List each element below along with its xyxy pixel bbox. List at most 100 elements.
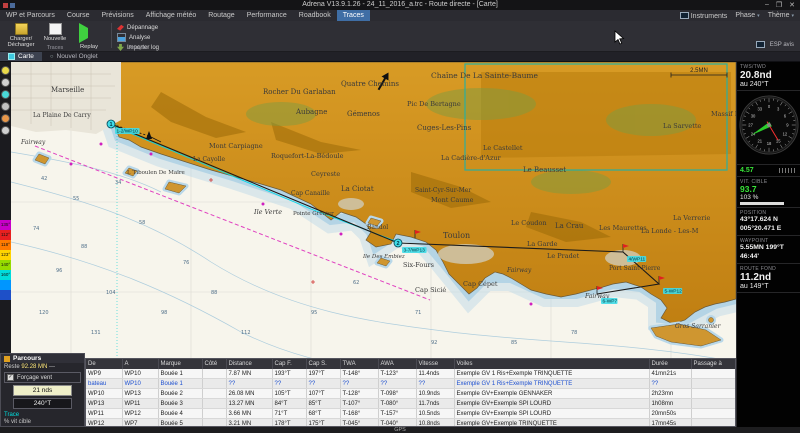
parcours-header[interactable]: Parcours (1, 354, 84, 363)
vit-cible-percent: 103 % (740, 194, 797, 201)
phase-button[interactable]: Phase (735, 12, 759, 19)
table-cell: 71°T (272, 409, 306, 419)
instruments-button[interactable]: Instruments (680, 12, 728, 20)
left-toolbar-icon-2[interactable] (1, 78, 10, 87)
chart-place-label: La Plaine De Carry (33, 112, 91, 119)
legend-swatch[interactable]: 118° (0, 240, 11, 250)
chart-place-label: Chaîne De La Sainte-Baume (431, 71, 539, 80)
legend-swatch[interactable]: 112° (0, 230, 11, 240)
column-header[interactable]: Côté (202, 359, 226, 369)
position-panel[interactable]: POSITION 43°17.624 N 005°20.471 E (737, 208, 800, 236)
table-cell: WP12 (86, 419, 122, 428)
left-toolbar-icon-4[interactable] (1, 102, 10, 111)
table-row[interactable]: WP11WP12Bouée 43.66 MN71°T68°TT-168°T-15… (86, 409, 736, 419)
chart-place-label: La Sarvette (663, 122, 701, 130)
minimize-button[interactable]: – (765, 1, 769, 9)
route-table-panel[interactable]: DeAMarqueCôtéDistanceCap F.Cap S.TWAAWAV… (85, 358, 736, 427)
esp-avis-button[interactable]: ESP avis (756, 41, 794, 48)
depannage-button[interactable]: Dépannage (117, 24, 159, 31)
ribbon-tab-routage[interactable]: Routage (202, 10, 240, 21)
status-bar: GPS (0, 427, 800, 433)
left-toolbar-icon-1[interactable] (1, 66, 10, 75)
column-header[interactable]: Cap F. (272, 359, 306, 369)
table-header-row[interactable]: DeAMarqueCôtéDistanceCap F.Cap S.TWAAWAV… (86, 359, 736, 369)
table-cell: Exemple GV+Exemple SPI LOURD (454, 409, 649, 419)
column-header[interactable]: De (86, 359, 122, 369)
legend-swatch[interactable] (0, 290, 11, 300)
legend-swatch[interactable]: 160° (0, 270, 11, 280)
nouvelle-button[interactable]: Nouvelle (38, 22, 72, 42)
table-cell: Bouée 4 (158, 409, 202, 419)
depth-sounding: 92 (431, 340, 437, 346)
table-cell: T-107° (340, 399, 378, 409)
compass-panel[interactable]: 03691215182124273033 (737, 91, 800, 165)
table-cell: 105°T (272, 389, 306, 399)
waypoint-number: 2 (396, 241, 399, 247)
legend-swatch[interactable]: 123° (0, 250, 11, 260)
column-header[interactable]: Durée (649, 359, 691, 369)
table-cell: 175°T (306, 419, 340, 428)
ribbon-tab-wp-et-parcours[interactable]: WP et Parcours (0, 10, 61, 21)
wind-speed-input[interactable]: 21 nds (13, 385, 72, 396)
table-cell: Exemple GV+Exemple SPI LOURD (454, 399, 649, 409)
column-header[interactable]: Marque (158, 359, 202, 369)
table-row[interactable]: WP9WP10Bouée 17.87 MN193°T197°TT-148°T-1… (86, 369, 736, 379)
legend-swatch[interactable]: 140° (0, 260, 11, 270)
chart-place-label: Le Castellet (483, 144, 523, 152)
parcours-panel: Parcours Reste 92.28 MN --- ✓ Forçage ve… (0, 353, 85, 427)
column-header[interactable]: Cap S. (306, 359, 340, 369)
tab-nouvel-onglet[interactable]: Nouvel Onglet (42, 52, 106, 61)
tws-twd-panel[interactable]: TWS/TWD 20.8nd au 240°T (737, 62, 800, 91)
close-button[interactable]: ✕ (789, 1, 795, 9)
ribbon-tab-course[interactable]: Course (61, 10, 96, 21)
theme-button[interactable]: Thème (768, 12, 794, 19)
table-cell: 17mn45s (649, 419, 691, 428)
maximize-button[interactable]: ❐ (776, 1, 782, 9)
ribbon-tab-affichage-meteo[interactable]: Affichage météo (140, 10, 202, 21)
tab-carte[interactable]: Carte (0, 52, 42, 61)
compass-tick-label: 27 (748, 122, 753, 127)
left-toolbar-icon-5[interactable] (1, 114, 10, 123)
ribbon-tab-traces[interactable]: Traces (337, 10, 370, 21)
chart-place-label: Rocher Du Garlaban (263, 88, 336, 96)
table-row[interactable]: WP10WP13Bouée 226.08 MN105°T107°TT-128°T… (86, 389, 736, 399)
chart-place-label: Fairway (506, 267, 532, 274)
column-header[interactable]: AWA (378, 359, 416, 369)
table-row[interactable]: bateauWP10Bouée 1????????????Exemple GV … (86, 379, 736, 389)
column-header[interactable]: Distance (226, 359, 272, 369)
log-panel[interactable]: 4.57 (737, 165, 800, 177)
column-header[interactable]: Passage à (691, 359, 736, 369)
column-header[interactable]: A (122, 359, 158, 369)
table-row[interactable]: WP12WP7Bouée 53.21 MN178°T175°TT-045°T-0… (86, 419, 736, 428)
table-row[interactable]: WP13WP11Bouée 313.27 MN84°T85°TT-107°T-0… (86, 399, 736, 409)
wind-dir-input[interactable]: 240°T (13, 398, 72, 409)
ribbon-tab-performance[interactable]: Performance (241, 10, 293, 21)
app-icon (0, 3, 15, 8)
column-header[interactable]: TWA (340, 359, 378, 369)
marseille-urban-area (11, 62, 121, 134)
trace-label: Trace (4, 412, 81, 419)
legend-swatch-label: 160° (0, 272, 11, 277)
route-fond-panel[interactable]: ROUTE FOND 11.2nd au 149°T (737, 264, 800, 293)
analyse-button[interactable]: Analyse (117, 33, 159, 42)
forcage-vent-box[interactable]: ✓ Forçage vent (4, 372, 81, 383)
table-cell: Bouée 5 (158, 419, 202, 428)
ribbon-tab-roadbook[interactable]: Roadbook (293, 10, 337, 21)
left-toolbar-icon-6[interactable] (1, 126, 10, 135)
waypoint-panel[interactable]: WAYPOINT 5.55MN 199°T 46:44' (737, 236, 800, 264)
left-toolbar-icon-3[interactable] (1, 90, 10, 99)
position-lat: 43°17.624 N (740, 216, 797, 224)
chart-place-label: La Cadière-d'Azur (441, 154, 502, 162)
forcage-checkbox[interactable]: ✓ (7, 374, 14, 381)
legend-swatch[interactable]: 135° (0, 220, 11, 230)
table-cell: WP9 (86, 369, 122, 379)
table-cell: T-080° (378, 399, 416, 409)
ribbon-tab-previsions[interactable]: Prévisions (95, 10, 139, 21)
column-header[interactable]: Vitesse (416, 359, 454, 369)
vit-cible-panel[interactable]: VIT. CIBLE 93.7 103 % (737, 177, 800, 208)
compass-tick-label: 21 (757, 138, 762, 143)
monitor-icon (680, 12, 689, 19)
legend-swatch[interactable] (0, 280, 11, 290)
column-header[interactable]: Voiles (454, 359, 649, 369)
chart-place-label: Pointe Grenier (293, 211, 334, 217)
